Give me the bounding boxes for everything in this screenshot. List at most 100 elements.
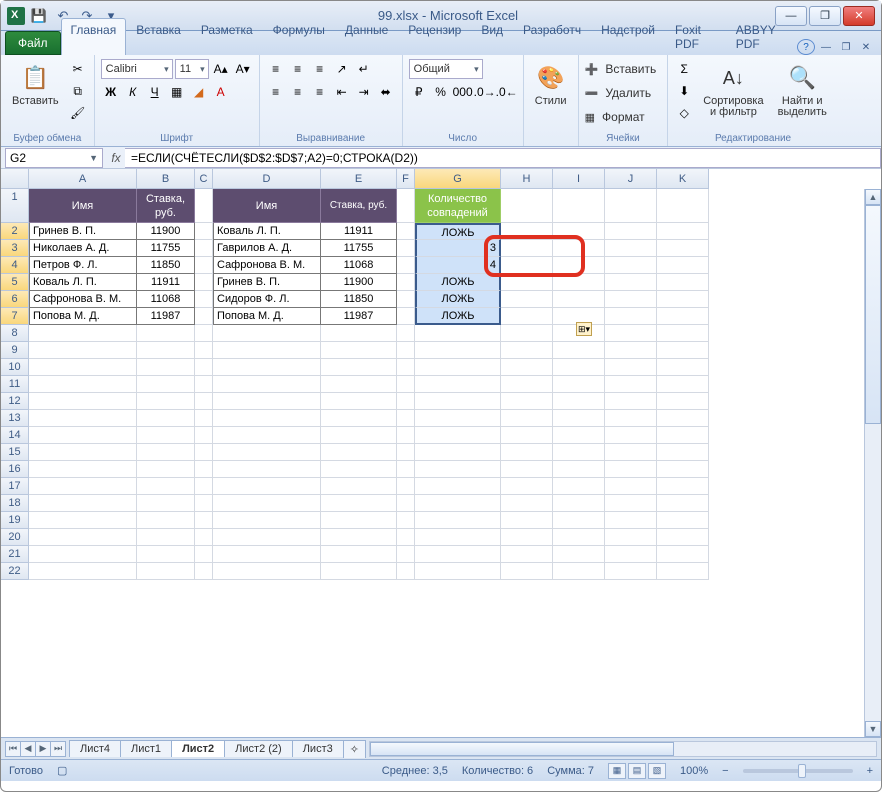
cell[interactable]	[321, 529, 397, 546]
cell[interactable]	[195, 410, 213, 427]
cell[interactable]	[605, 359, 657, 376]
cell[interactable]	[213, 359, 321, 376]
cell[interactable]	[501, 563, 553, 580]
cell[interactable]: 11987	[137, 308, 195, 325]
cell[interactable]	[213, 478, 321, 495]
cell[interactable]	[29, 529, 137, 546]
cell[interactable]: Петров Ф. Л.	[29, 257, 137, 274]
cell[interactable]	[605, 240, 657, 257]
row-header-8[interactable]: 8	[1, 325, 29, 342]
cell[interactable]	[415, 376, 501, 393]
col-header-J[interactable]: J	[605, 169, 657, 189]
cell[interactable]	[657, 189, 709, 223]
fill-button[interactable]: ⬇	[674, 81, 694, 101]
cell[interactable]	[657, 461, 709, 478]
cell[interactable]	[137, 427, 195, 444]
cell[interactable]	[605, 461, 657, 478]
help-icon[interactable]: ?	[797, 39, 815, 55]
vscroll-thumb[interactable]	[865, 205, 881, 424]
cell[interactable]	[321, 376, 397, 393]
cell[interactable]	[605, 342, 657, 359]
row-header-4[interactable]: 4	[1, 257, 29, 274]
mdi-restore-icon[interactable]: ❐	[837, 39, 855, 55]
cell[interactable]	[397, 240, 415, 257]
cell[interactable]	[415, 393, 501, 410]
cell[interactable]	[501, 410, 553, 427]
cut-button[interactable]: ✂	[68, 59, 88, 79]
copy-button[interactable]: ⧉	[68, 81, 88, 101]
cell[interactable]	[397, 512, 415, 529]
row-header-20[interactable]: 20	[1, 529, 29, 546]
cell[interactable]: Николаев А. Д.	[29, 240, 137, 257]
delete-cells-button[interactable]: Удалить	[600, 83, 656, 103]
font-color-button[interactable]: A	[211, 82, 231, 102]
ribbon-tab-формулы[interactable]: Формулы	[263, 18, 335, 55]
cell[interactable]	[137, 342, 195, 359]
cell[interactable]: 11911	[137, 274, 195, 291]
cell[interactable]	[657, 410, 709, 427]
cell[interactable]	[553, 410, 605, 427]
cell[interactable]	[553, 376, 605, 393]
row-header-6[interactable]: 6	[1, 291, 29, 308]
cell[interactable]	[553, 444, 605, 461]
cell[interactable]	[605, 529, 657, 546]
cell[interactable]	[195, 189, 213, 223]
cell[interactable]	[195, 240, 213, 257]
cell[interactable]	[195, 223, 213, 240]
cell[interactable]: Коваль Л. П.	[213, 223, 321, 240]
cell[interactable]	[553, 427, 605, 444]
cell[interactable]	[415, 546, 501, 563]
cell[interactable]	[657, 342, 709, 359]
normal-view-button[interactable]: ▦	[608, 763, 626, 779]
cell[interactable]	[321, 495, 397, 512]
cell[interactable]	[29, 359, 137, 376]
cell[interactable]	[657, 308, 709, 325]
sort-filter-button[interactable]: A↓ Сортировка и фильтр	[698, 59, 768, 121]
cell[interactable]	[605, 444, 657, 461]
cell[interactable]	[137, 393, 195, 410]
cell[interactable]	[501, 325, 553, 342]
wrap-text-button[interactable]: ↵	[354, 59, 374, 79]
cell[interactable]	[397, 359, 415, 376]
zoom-slider[interactable]	[743, 769, 853, 773]
col-header-K[interactable]: K	[657, 169, 709, 189]
cell[interactable]	[213, 376, 321, 393]
cell[interactable]	[657, 223, 709, 240]
cell[interactable]	[213, 410, 321, 427]
cell[interactable]	[195, 512, 213, 529]
cell[interactable]	[137, 376, 195, 393]
cell[interactable]	[553, 342, 605, 359]
ribbon-tab-рецензир[interactable]: Рецензир	[398, 18, 471, 55]
cell[interactable]: 11850	[321, 291, 397, 308]
cell[interactable]	[415, 563, 501, 580]
cell[interactable]	[657, 512, 709, 529]
cell[interactable]	[195, 563, 213, 580]
cell[interactable]	[605, 376, 657, 393]
fill-color-button[interactable]: ◢	[189, 82, 209, 102]
cell[interactable]	[501, 546, 553, 563]
cell[interactable]	[29, 495, 137, 512]
cell[interactable]	[397, 325, 415, 342]
cell[interactable]	[605, 410, 657, 427]
cell[interactable]	[195, 308, 213, 325]
cell[interactable]	[213, 563, 321, 580]
align-center-button[interactable]: ≡	[288, 82, 308, 102]
cell[interactable]: 11068	[321, 257, 397, 274]
increase-indent-button[interactable]: ⇥	[354, 82, 374, 102]
cell[interactable]	[321, 393, 397, 410]
cell[interactable]	[321, 342, 397, 359]
cell[interactable]: Попова М. Д.	[29, 308, 137, 325]
cell[interactable]	[137, 410, 195, 427]
row-header-19[interactable]: 19	[1, 512, 29, 529]
cell[interactable]	[553, 495, 605, 512]
cell[interactable]: ЛОЖЬ	[415, 274, 501, 291]
shrink-font-button[interactable]: A▾	[233, 59, 253, 79]
close-button[interactable]: ✕	[843, 6, 875, 26]
cell[interactable]	[195, 376, 213, 393]
cell[interactable]	[553, 563, 605, 580]
cell[interactable]	[553, 274, 605, 291]
cell[interactable]	[553, 529, 605, 546]
cell[interactable]	[29, 478, 137, 495]
sheet-nav-last-icon[interactable]: ⏭	[50, 741, 66, 757]
cell[interactable]	[213, 393, 321, 410]
